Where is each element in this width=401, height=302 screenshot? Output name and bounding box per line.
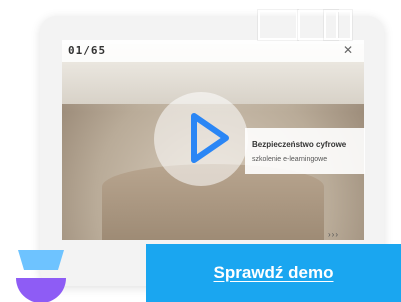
demo-button[interactable]: Sprawdź demo [146,244,401,302]
slide-counter: 01/65 [68,44,107,57]
video-caption [245,128,365,174]
decorative-frame [324,10,352,40]
slide-topbar [62,40,364,62]
next-arrows-icon[interactable]: ››› [328,230,339,239]
decorative-frame [258,10,298,40]
close-icon[interactable]: ✕ [342,44,354,56]
caption-title: Bezpieczeństwo cyfrowe [252,140,347,149]
brand-logo-icon [16,250,66,302]
caption-subtitle: szkolenie e-learningowe [252,156,328,163]
play-icon[interactable] [188,112,230,164]
